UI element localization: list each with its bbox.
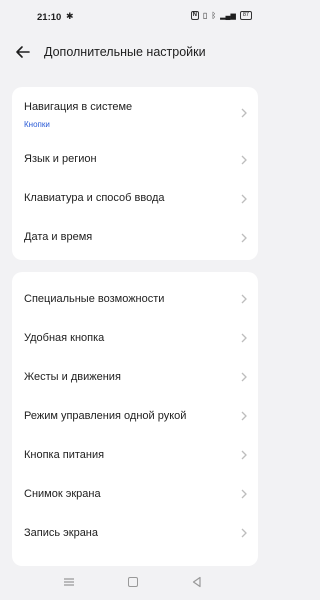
settings-item-one-hand-mode[interactable]: Режим управления одной рукой (12, 389, 258, 428)
page-title: Дополнительные настройки (44, 45, 206, 59)
settings-item-label: Жесты и движения (24, 371, 121, 383)
settings-item-label: Навигация в системе (24, 101, 133, 113)
settings-item-date-time[interactable]: Дата и время (12, 220, 258, 260)
settings-item-label: Режим управления одной рукой (24, 410, 187, 422)
settings-item-screen-recording[interactable]: Запись экрана (12, 506, 258, 545)
settings-item-label: Язык и регион (24, 153, 97, 165)
chevron-right-icon (241, 411, 247, 421)
triangle-back-icon[interactable] (191, 576, 203, 588)
settings-item-label: Снимок экрана (24, 488, 101, 500)
settings-item-label: Дата и время (24, 231, 93, 243)
chevron-right-icon (241, 294, 247, 304)
vibrate-icon: ▯ (202, 11, 208, 20)
chevron-right-icon (241, 372, 247, 382)
settings-item-label: Специальные возможности (24, 293, 165, 305)
header: Дополнительные настройки (0, 36, 270, 70)
chevron-right-icon (241, 450, 247, 460)
arrow-left-icon[interactable] (14, 43, 32, 61)
chevron-right-icon (241, 108, 247, 118)
status-bar: 21:10 ✱ N ▯ ᛒ ▂▄▆ 87 (0, 0, 270, 34)
chevron-right-icon (241, 333, 247, 343)
settings-item-screenshot[interactable]: Снимок экрана (12, 467, 258, 506)
chevron-right-icon (241, 528, 247, 538)
battery-icon: 87 (239, 11, 252, 20)
status-icons: N ▯ ᛒ ▂▄▆ 87 (190, 11, 252, 20)
chevron-right-icon (241, 155, 247, 165)
system-nav-bar (0, 566, 270, 600)
settings-item-sublabel: Кнопки (24, 120, 50, 129)
settings-item-language-region[interactable]: Язык и регион (12, 140, 258, 180)
settings-item-label: Кнопка питания (24, 449, 105, 461)
chevron-right-icon (241, 233, 247, 243)
signal-icon: ▂▄▆ (220, 12, 236, 20)
settings-item-label: Запись экрана (24, 527, 99, 539)
settings-group-1: Навигация в системе Кнопки Язык и регион… (12, 87, 258, 260)
bluetooth-icon: ᛒ (211, 11, 217, 20)
settings-item-label: Удобная кнопка (24, 332, 105, 344)
settings-item-gestures[interactable]: Жесты и движения (12, 350, 258, 389)
settings-item-convenience-button[interactable]: Удобная кнопка (12, 311, 258, 350)
settings-item-keyboard-input[interactable]: Клавиатура и способ ввода (12, 180, 258, 220)
gear-icon: ✱ (66, 11, 74, 21)
status-time: 21:10 (37, 12, 62, 23)
settings-group-2: Специальные возможности Удобная кнопка Ж… (12, 272, 258, 566)
chevron-right-icon (241, 489, 247, 499)
menu-icon[interactable] (63, 577, 75, 587)
settings-item-power-button[interactable]: Кнопка питания (12, 428, 258, 467)
square-home-icon[interactable] (128, 577, 138, 587)
nfc-icon: N (190, 11, 199, 20)
settings-item-system-navigation[interactable]: Навигация в системе Кнопки (12, 87, 258, 140)
settings-item-accessibility[interactable]: Специальные возможности (12, 272, 258, 311)
settings-item-label: Клавиатура и способ ввода (24, 192, 165, 204)
chevron-right-icon (241, 194, 247, 204)
